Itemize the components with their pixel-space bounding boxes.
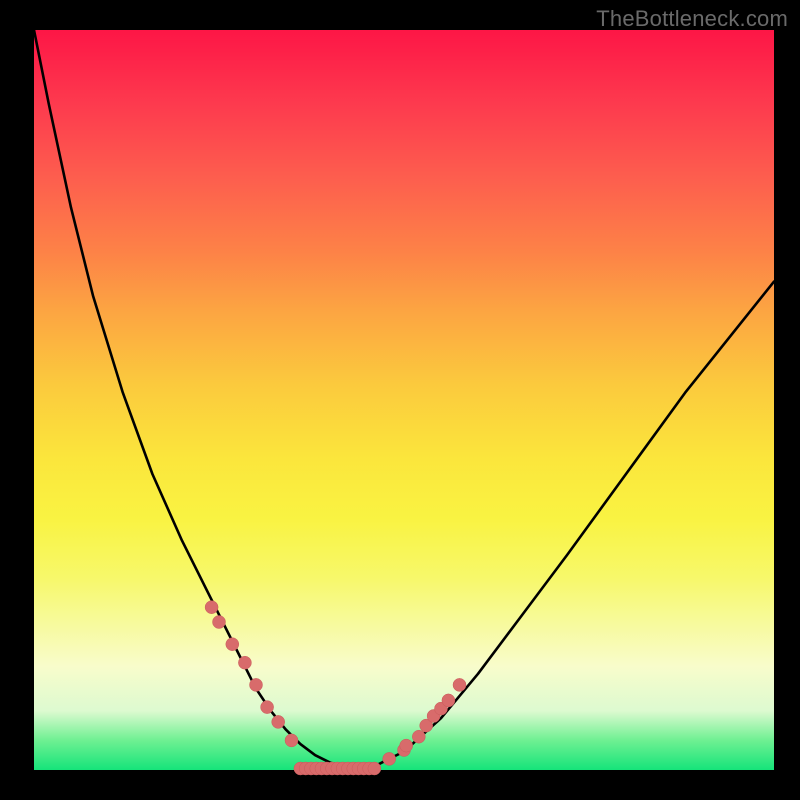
chart-frame: TheBottleneck.com xyxy=(0,0,800,800)
curve-layer xyxy=(34,30,774,770)
marker-cluster-left xyxy=(205,601,298,747)
watermark-text: TheBottleneck.com xyxy=(596,6,788,32)
marker-cluster-right xyxy=(383,678,466,765)
bottleneck-curve xyxy=(34,30,774,768)
marker-bottom-bar xyxy=(294,762,381,775)
plot-area xyxy=(34,30,774,770)
